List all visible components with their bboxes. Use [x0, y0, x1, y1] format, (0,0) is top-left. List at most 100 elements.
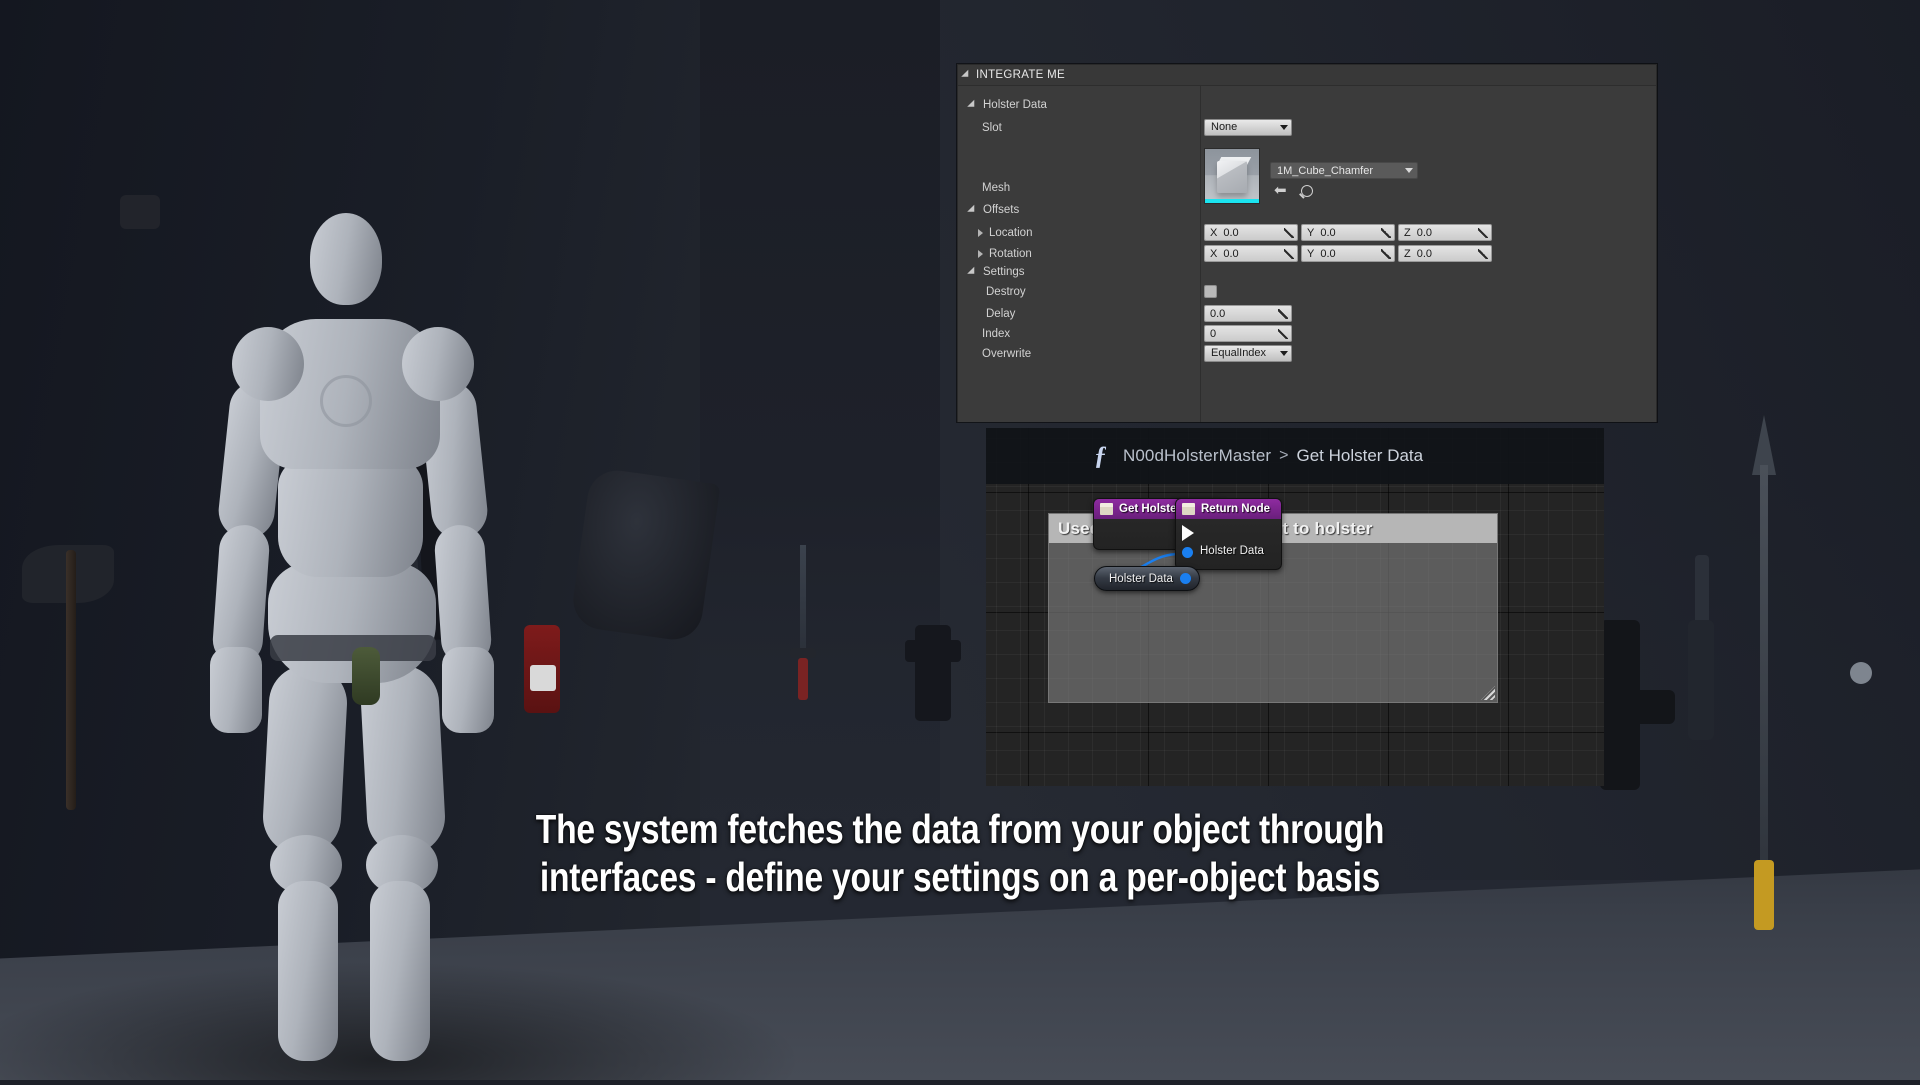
arrow-left-icon[interactable]: ⬅ — [1274, 183, 1287, 198]
mannequin-forearm-right — [433, 523, 493, 666]
drag-handle-icon[interactable] — [1478, 249, 1488, 259]
property-row-delay: Delay 0.0 — [958, 305, 1658, 322]
breadcrumb-separator-icon: > — [1279, 447, 1288, 465]
character-mannequin[interactable] — [120, 195, 590, 1085]
triangle-down-icon[interactable] — [967, 205, 978, 216]
exec-pin-icon[interactable] — [1182, 525, 1194, 541]
drag-handle-icon[interactable] — [1278, 329, 1288, 339]
property-row-mesh: Mesh 1M_Cube_Chamfer ⬅ — [958, 146, 1658, 204]
mannequin-head — [310, 213, 382, 305]
drag-handle-icon[interactable] — [1284, 249, 1294, 259]
mesh-asset-combo-box[interactable]: 1M_Cube_Chamfer — [1270, 162, 1418, 179]
location-z-field[interactable]: Z 0.0 — [1398, 224, 1492, 241]
drag-handle-icon[interactable] — [1478, 228, 1488, 238]
triangle-down-icon[interactable] — [967, 100, 978, 111]
category-row-offsets[interactable]: Offsets — [958, 204, 1658, 216]
triangle-right-icon[interactable] — [978, 229, 983, 237]
mannequin-hand-left — [210, 647, 262, 733]
destroy-checkbox[interactable] — [1204, 285, 1217, 298]
category-label-settings: Settings — [983, 266, 1025, 278]
breadcrumb-current: Get Holster Data — [1297, 446, 1424, 466]
property-row-index: Index 0 — [958, 325, 1658, 342]
mannequin-forearm-left — [211, 523, 271, 666]
drag-handle-icon[interactable] — [1278, 309, 1288, 319]
pin-label-holster-data: Holster Data — [1200, 545, 1264, 557]
drag-handle-icon[interactable] — [1381, 228, 1391, 238]
mannequin-neck — [120, 195, 160, 229]
rotation-z-value: 0.0 — [1417, 248, 1432, 260]
location-z-value: 0.0 — [1417, 227, 1432, 239]
caret-down-icon — [1280, 125, 1288, 130]
node-title-bar[interactable]: Return Node — [1176, 499, 1281, 519]
blueprint-graph-panel[interactable]: ƒ N00dHolsterMaster > Get Holster Data U… — [986, 428, 1604, 786]
property-label-overwrite: Overwrite — [982, 348, 1031, 360]
function-f-icon: ƒ — [1094, 443, 1107, 469]
details-panel-header[interactable]: INTEGRATE ME — [958, 65, 1656, 86]
index-field[interactable]: 0 — [1204, 325, 1292, 342]
thumbnail-cube — [1217, 161, 1247, 193]
property-label-delay: Delay — [986, 308, 1015, 320]
drag-handle-icon[interactable] — [1284, 228, 1294, 238]
rotation-y-value: 0.0 — [1320, 248, 1335, 260]
equipped-dynamite-label-icon — [530, 665, 556, 691]
location-y-value: 0.0 — [1320, 227, 1335, 239]
axis-label-x: X — [1210, 227, 1217, 239]
slot-combo-box[interactable]: None — [1204, 119, 1292, 136]
property-label-rotation: Rotation — [989, 248, 1032, 260]
property-label-mesh: Mesh — [982, 182, 1010, 194]
category-label-holster-data: Holster Data — [983, 99, 1047, 111]
data-pin-icon[interactable] — [1180, 573, 1191, 584]
node-return-node[interactable]: Return Node Holster Data — [1175, 498, 1282, 570]
location-x-value: 0.0 — [1223, 227, 1238, 239]
resize-grip-icon[interactable] — [1481, 686, 1495, 700]
mannequin-hand-right — [442, 647, 494, 733]
axis-label-z: Z — [1404, 227, 1411, 239]
caption-line-1: The system fetches the data from your ob… — [173, 806, 1747, 854]
location-x-field[interactable]: X 0.0 — [1204, 224, 1298, 241]
property-row-destroy: Destroy — [958, 285, 1658, 298]
category-row-settings[interactable]: Settings — [958, 266, 1658, 278]
node-title-text: Return Node — [1201, 503, 1270, 515]
mannequin-shin-right — [370, 881, 430, 1061]
slot-value: None — [1211, 122, 1237, 133]
function-node-icon — [1182, 503, 1195, 515]
prop-mace-head-icon — [1688, 620, 1714, 740]
prop-sword-guard-icon — [790, 648, 816, 658]
prop-sword-blade-icon — [800, 545, 806, 660]
rotation-y-field[interactable]: Y 0.0 — [1301, 245, 1395, 262]
property-label-index: Index — [982, 328, 1010, 340]
prop-pistol-grip-icon — [915, 625, 951, 721]
prop-axe-handle-icon — [66, 550, 76, 810]
property-label-location: Location — [989, 227, 1032, 239]
triangle-right-icon[interactable] — [978, 250, 983, 258]
mannequin-shoulder-right — [402, 327, 474, 401]
breadcrumb-parent[interactable]: N00dHolsterMaster — [1123, 446, 1271, 466]
category-row-holster-data[interactable]: Holster Data — [958, 99, 1658, 111]
prop-sword-handle-icon — [798, 658, 808, 700]
prop-spear-shaft-icon — [1760, 465, 1768, 885]
property-row-rotation: Rotation X 0.0 Y 0.0 Z 0.0 — [958, 245, 1658, 262]
rotation-x-field[interactable]: X 0.0 — [1204, 245, 1298, 262]
details-panel-body: Holster Data Slot None Mesh — [958, 86, 1656, 422]
drag-handle-icon[interactable] — [1381, 249, 1391, 259]
function-node-icon — [1100, 503, 1113, 515]
caret-down-icon — [1280, 351, 1288, 356]
details-panel[interactable]: INTEGRATE ME Holster Data Slot None Mesh — [957, 64, 1657, 422]
property-row-overwrite: Overwrite EqualIndex — [958, 345, 1658, 362]
rotation-z-field[interactable]: Z 0.0 — [1398, 245, 1492, 262]
axis-label-z: Z — [1404, 248, 1411, 260]
node-holster-data-variable[interactable]: Holster Data — [1094, 566, 1200, 591]
caption-overlay: The system fetches the data from your ob… — [173, 806, 1747, 902]
cube-thumbnail[interactable] — [1204, 148, 1260, 204]
magnifier-icon[interactable] — [1301, 185, 1313, 197]
overwrite-combo-box[interactable]: EqualIndex — [1204, 345, 1292, 362]
index-value: 0 — [1210, 328, 1216, 340]
triangle-down-icon[interactable] — [967, 267, 978, 278]
data-pin-icon[interactable] — [1182, 547, 1193, 558]
delay-field[interactable]: 0.0 — [1204, 305, 1292, 322]
axis-label-y: Y — [1307, 227, 1314, 239]
location-y-field[interactable]: Y 0.0 — [1301, 224, 1395, 241]
triangle-down-icon[interactable] — [961, 70, 972, 81]
prop-spear-grip-icon — [1754, 860, 1774, 930]
graph-breadcrumb-bar: ƒ N00dHolsterMaster > Get Holster Data — [986, 428, 1604, 484]
